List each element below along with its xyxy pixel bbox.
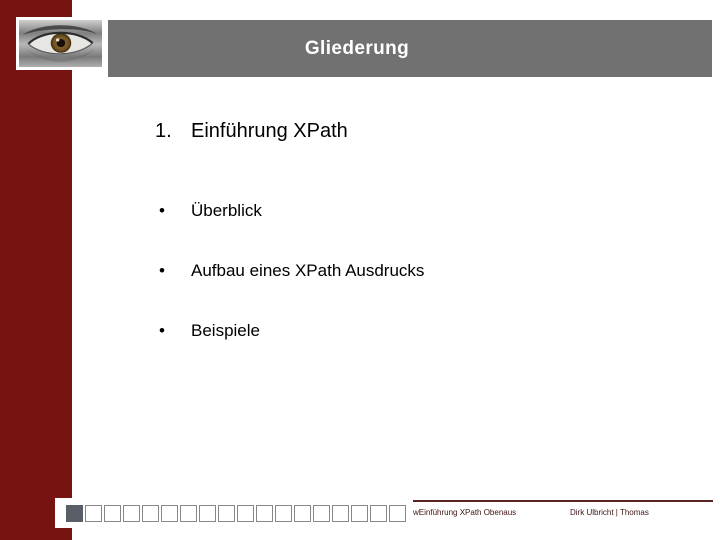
footer-presentation-title: wEinführung XPath Obenaus bbox=[413, 508, 517, 517]
progress-square bbox=[142, 505, 159, 522]
bullet-label: Beispiele bbox=[191, 321, 260, 340]
slide-progress-squares bbox=[66, 505, 406, 522]
slide-header-bar: Gliederung bbox=[108, 20, 712, 77]
progress-square bbox=[370, 505, 387, 522]
progress-square-current bbox=[66, 505, 83, 522]
progress-square bbox=[294, 505, 311, 522]
footer-authors: Dirk Ulbricht | Thomas bbox=[570, 508, 649, 517]
bullet-icon: • bbox=[159, 261, 165, 280]
left-accent-bar bbox=[0, 0, 72, 540]
list-item-bullet: • Beispiele bbox=[155, 321, 675, 341]
progress-square bbox=[85, 505, 102, 522]
page-title: Gliederung bbox=[304, 38, 410, 59]
progress-square bbox=[351, 505, 368, 522]
progress-square bbox=[332, 505, 349, 522]
progress-square bbox=[389, 505, 406, 522]
progress-square bbox=[237, 505, 254, 522]
slide-content: 1. Einführung XPath • Überblick • Aufbau… bbox=[155, 120, 675, 381]
bullet-label: Aufbau eines XPath Ausdrucks bbox=[191, 261, 425, 280]
progress-square bbox=[313, 505, 330, 522]
progress-square bbox=[256, 505, 273, 522]
progress-square bbox=[218, 505, 235, 522]
list-item-bullet: • Überblick bbox=[155, 201, 675, 221]
bullet-icon: • bbox=[159, 201, 165, 220]
progress-square bbox=[180, 505, 197, 522]
progress-square bbox=[275, 505, 292, 522]
bullet-icon: • bbox=[159, 321, 165, 340]
bullet-label: Überblick bbox=[191, 201, 262, 220]
progress-square bbox=[123, 505, 140, 522]
footer-divider bbox=[413, 500, 713, 502]
progress-square bbox=[104, 505, 121, 522]
progress-square bbox=[161, 505, 178, 522]
list-item-numbered: 1. Einführung XPath bbox=[155, 120, 675, 143]
progress-square bbox=[199, 505, 216, 522]
list-item-label: Einführung XPath bbox=[191, 120, 348, 142]
list-item-number: 1. bbox=[155, 120, 172, 142]
list-item-bullet: • Aufbau eines XPath Ausdrucks bbox=[155, 261, 675, 281]
